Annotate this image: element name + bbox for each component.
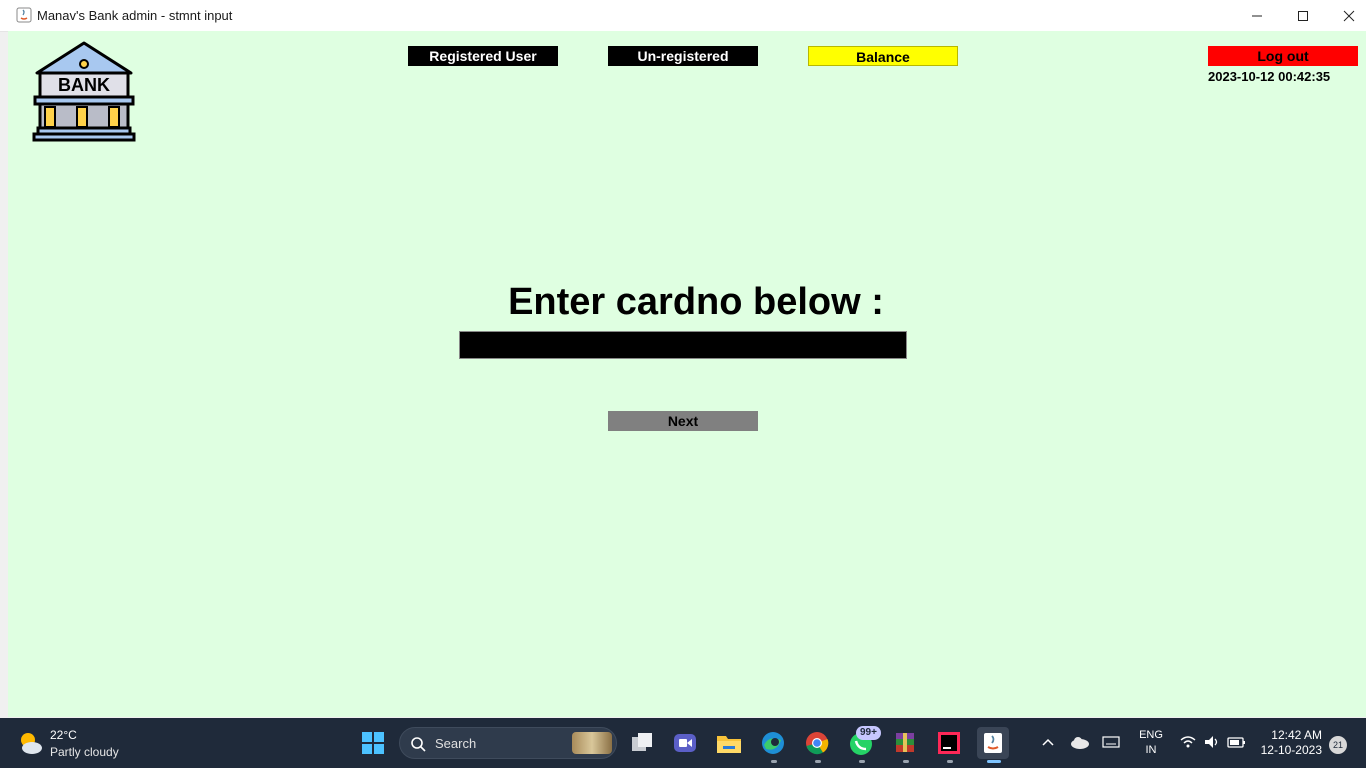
minimize-button[interactable] (1234, 0, 1280, 31)
intellij-icon (938, 732, 960, 754)
onedrive-icon[interactable] (1070, 734, 1090, 750)
running-indicator (815, 760, 821, 763)
task-view-icon (632, 733, 652, 751)
file-explorer-button[interactable] (713, 727, 745, 759)
registered-user-button[interactable]: Registered User (408, 46, 558, 66)
running-indicator (903, 760, 909, 763)
system-clock[interactable]: 12:42 AM 12-10-2023 (1252, 728, 1322, 758)
search-icon (411, 737, 426, 752)
clock-time: 12:42 AM (1271, 728, 1322, 742)
balance-button[interactable]: Balance (808, 46, 958, 66)
language-code: ENG (1139, 729, 1163, 741)
java-icon (984, 733, 1002, 753)
logout-button[interactable]: Log out (1208, 46, 1358, 66)
taskbar: 22°C Partly cloudy Search 99+ ENG IN 12:… (0, 718, 1366, 768)
notification-count-badge[interactable]: 21 (1329, 736, 1347, 754)
running-indicator (947, 760, 953, 763)
maximize-icon (1298, 11, 1308, 21)
battery-icon[interactable] (1227, 734, 1247, 750)
title-bar: Manav's Bank admin - stmnt input (0, 0, 1366, 32)
keyboard-icon[interactable] (1102, 734, 1120, 750)
close-icon (1343, 10, 1355, 22)
next-button[interactable]: Next (608, 411, 758, 431)
chevron-up-icon[interactable] (1040, 734, 1056, 750)
logo-text: BANK (58, 75, 110, 95)
region-code: IN (1145, 744, 1157, 756)
window-title: Manav's Bank admin - stmnt input (37, 8, 233, 23)
running-indicator (771, 760, 777, 763)
language-indicator[interactable]: ENG IN (1138, 728, 1164, 758)
running-indicator (859, 760, 865, 763)
meet-button[interactable] (669, 727, 701, 759)
search-highlight-image (572, 732, 612, 754)
intellij-button[interactable] (933, 727, 965, 759)
search-label: Search (435, 736, 477, 751)
close-button[interactable] (1326, 0, 1366, 31)
winrar-button[interactable] (889, 727, 921, 759)
task-view-button[interactable] (626, 727, 658, 759)
bank-logo: BANK (32, 41, 136, 142)
taskbar-search[interactable]: Search (399, 727, 617, 759)
java-app-button[interactable] (977, 727, 1009, 759)
file-explorer-icon (717, 736, 741, 753)
winrar-icon (896, 733, 914, 752)
wifi-icon[interactable] (1179, 734, 1197, 750)
volume-icon[interactable] (1203, 734, 1221, 750)
chrome-button[interactable] (801, 727, 833, 759)
datetime-display: 2023-10-12 00:42:35 (1208, 69, 1331, 84)
partly-cloudy-icon (21, 733, 42, 754)
minimize-icon (1252, 15, 1262, 17)
java-app-icon (16, 7, 32, 23)
card-number-heading: Enter cardno below : (508, 281, 884, 323)
whatsapp-badge: 99+ (856, 726, 881, 740)
windows-icon (362, 732, 384, 754)
clock-date: 12-10-2023 (1260, 743, 1322, 757)
meet-icon (674, 734, 696, 752)
active-indicator (987, 760, 1001, 763)
weather-condition[interactable]: Partly cloudy (50, 745, 119, 759)
maximize-button[interactable] (1280, 0, 1326, 31)
card-number-input[interactable] (459, 331, 907, 359)
unregistered-button[interactable]: Un-registered (608, 46, 758, 66)
edge-button[interactable] (757, 727, 789, 759)
weather-temperature[interactable]: 22°C (50, 728, 77, 742)
edge-icon (762, 732, 784, 754)
app-window: BANK Registered User Un-registered Balan… (8, 31, 1366, 717)
start-button[interactable] (357, 727, 389, 759)
chrome-icon (806, 732, 829, 755)
